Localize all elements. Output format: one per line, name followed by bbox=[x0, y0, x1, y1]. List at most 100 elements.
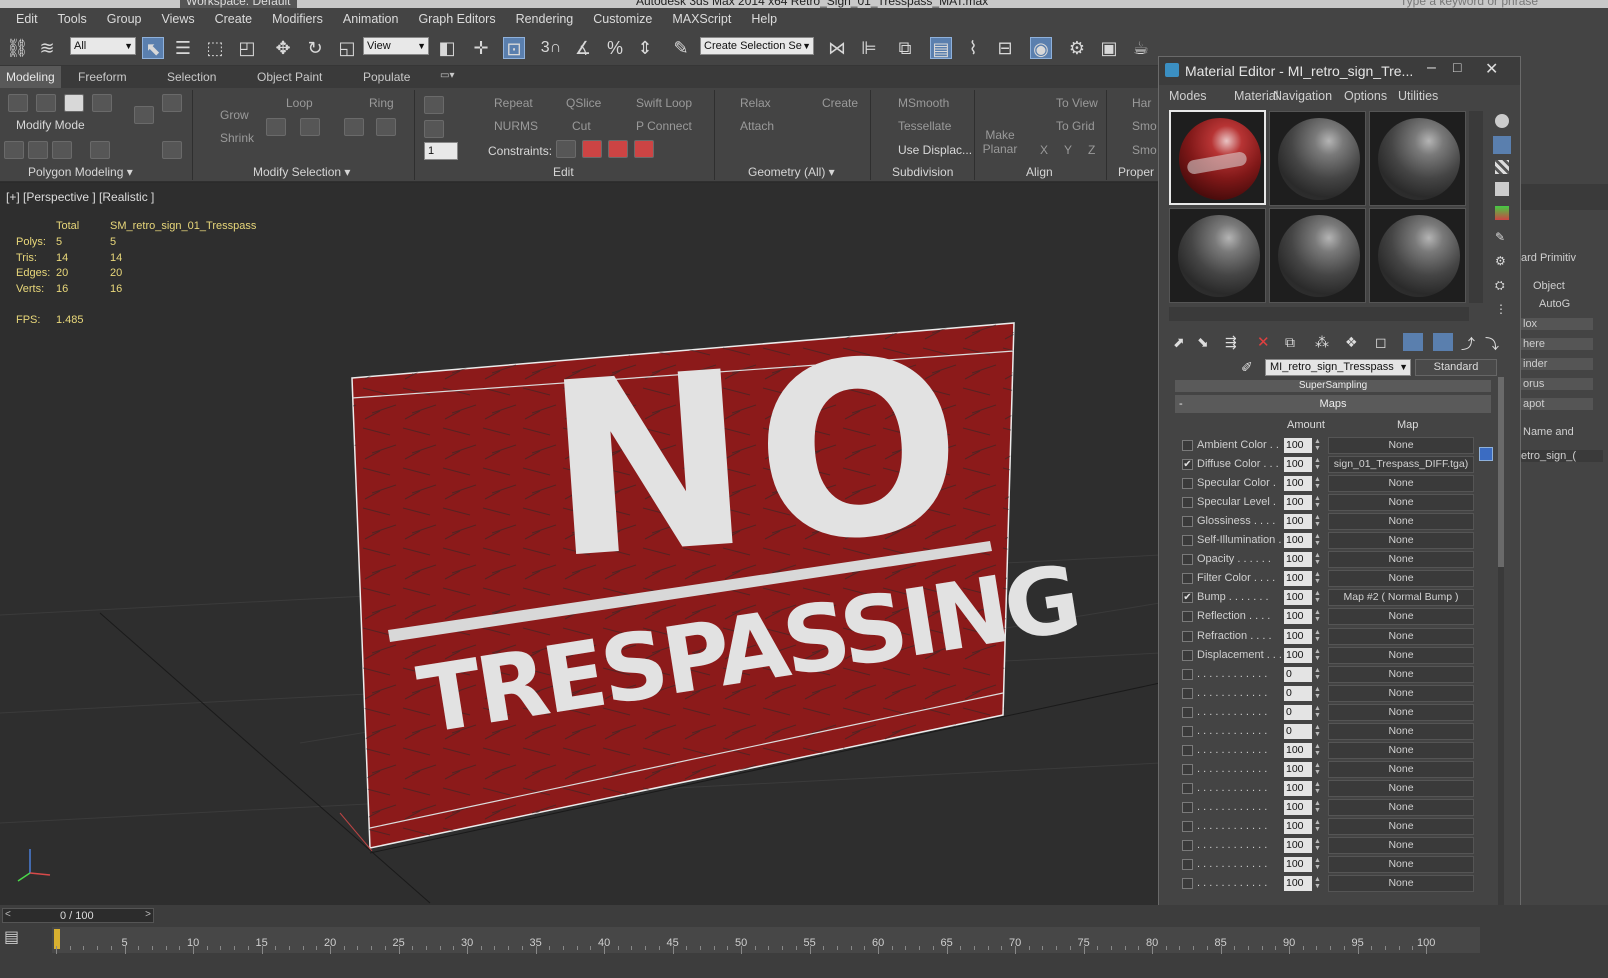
map-slot-button[interactable]: None bbox=[1328, 856, 1474, 874]
map-amount-field[interactable]: 0 bbox=[1284, 723, 1312, 739]
ring-shrink-button[interactable] bbox=[376, 118, 396, 136]
qslice-button[interactable]: QSlice bbox=[566, 96, 601, 110]
select-by-name-icon[interactable]: ☰ bbox=[172, 37, 194, 59]
poly-tool-4[interactable] bbox=[90, 141, 110, 159]
tessellate-button[interactable]: Tessellate bbox=[898, 119, 951, 133]
teapot-button[interactable]: apot bbox=[1521, 398, 1593, 410]
border-mode-button[interactable] bbox=[64, 94, 84, 112]
ring-button[interactable]: Ring bbox=[369, 96, 394, 110]
material-slot-3[interactable] bbox=[1369, 111, 1466, 206]
map-enable-checkbox[interactable] bbox=[1182, 535, 1193, 547]
to-grid-button[interactable]: To Grid bbox=[1056, 119, 1095, 133]
schematic-view-icon[interactable]: ⊟ bbox=[994, 37, 1016, 59]
go-forward-icon[interactable]: ⤵ bbox=[1485, 334, 1499, 354]
map-slot-button[interactable]: None bbox=[1328, 665, 1474, 683]
map-amount-spinner[interactable]: ▲ ▼ bbox=[1313, 705, 1322, 720]
menu-material[interactable]: Material bbox=[1234, 89, 1278, 103]
time-marker[interactable] bbox=[54, 929, 60, 949]
close-icon[interactable]: ✕ bbox=[1485, 59, 1498, 79]
edge-mode-button[interactable] bbox=[36, 94, 56, 112]
mini-curve-editor-icon[interactable]: ▤ bbox=[4, 927, 40, 949]
reference-coord-dropdown[interactable]: View ▼ bbox=[363, 37, 429, 55]
poly-tool-7[interactable] bbox=[162, 141, 182, 159]
map-slot-button[interactable]: None bbox=[1328, 798, 1474, 816]
menu-help[interactable]: Help bbox=[741, 12, 787, 26]
menu-create[interactable]: Create bbox=[205, 12, 263, 26]
pconnect-button[interactable]: P Connect bbox=[636, 119, 692, 133]
link-icon[interactable]: ⛓ bbox=[6, 37, 29, 59]
show-end-result-icon[interactable] bbox=[1433, 333, 1453, 351]
spinner-snap-icon[interactable]: ⇕ bbox=[634, 37, 656, 59]
background-icon[interactable] bbox=[1495, 160, 1509, 174]
map-amount-field[interactable]: 100 bbox=[1284, 609, 1312, 625]
unlink-icon[interactable]: ≋ bbox=[36, 37, 58, 59]
menu-group[interactable]: Group bbox=[97, 12, 152, 26]
tab-selection[interactable]: Selection bbox=[167, 70, 216, 84]
map-enable-checkbox[interactable] bbox=[1182, 878, 1193, 890]
map-enable-checkbox[interactable] bbox=[1182, 763, 1193, 775]
map-slot-button[interactable]: None bbox=[1328, 437, 1474, 454]
material-editor-icon[interactable]: ◉ bbox=[1030, 37, 1052, 59]
map-amount-spinner[interactable]: ▲ ▼ bbox=[1313, 629, 1322, 644]
menu-animation[interactable]: Animation bbox=[333, 12, 409, 26]
poly-tool-1[interactable] bbox=[4, 141, 24, 159]
menu-edit[interactable]: Edit bbox=[6, 12, 48, 26]
move-icon[interactable]: ✥ bbox=[272, 37, 294, 59]
map-amount-field[interactable]: 0 bbox=[1284, 685, 1312, 701]
msmooth-button[interactable]: MSmooth bbox=[898, 96, 949, 110]
map-amount-spinner[interactable]: ▲ ▼ bbox=[1313, 495, 1322, 510]
map-slot-button[interactable]: None bbox=[1328, 779, 1474, 797]
map-enable-checkbox[interactable] bbox=[1182, 687, 1193, 699]
map-amount-field[interactable]: 100 bbox=[1284, 857, 1312, 873]
map-amount-field[interactable]: 100 bbox=[1284, 514, 1312, 530]
map-enable-checkbox[interactable] bbox=[1182, 516, 1193, 528]
sample-type-icon[interactable] bbox=[1495, 114, 1509, 128]
ring-grow-button[interactable] bbox=[344, 118, 364, 136]
pivot-icon[interactable]: ◧ bbox=[436, 37, 458, 59]
material-name-field[interactable]: MI_retro_sign_Tresspass ▼ bbox=[1265, 359, 1411, 376]
map-slot-button[interactable]: None bbox=[1328, 722, 1474, 740]
workspace-selector[interactable]: Workspace: Default bbox=[180, 0, 297, 8]
render-setup-icon[interactable]: ⚙ bbox=[1066, 37, 1088, 59]
menu-tools[interactable]: Tools bbox=[48, 12, 97, 26]
map-enable-checkbox[interactable] bbox=[1182, 821, 1193, 832]
edit-tool-1[interactable] bbox=[424, 96, 444, 114]
map-slot-button[interactable]: None bbox=[1328, 684, 1474, 702]
map-amount-field[interactable]: 100 bbox=[1284, 495, 1312, 511]
poly-tool-2[interactable] bbox=[28, 141, 48, 159]
edit-tool-2[interactable] bbox=[424, 120, 444, 138]
map-amount-field[interactable]: 100 bbox=[1284, 457, 1312, 473]
cut-button[interactable]: Cut bbox=[572, 119, 591, 133]
pick-material-icon[interactable]: ✐ bbox=[1241, 359, 1253, 376]
viewport-label[interactable]: [+] [Perspective ] [Realistic ] bbox=[6, 190, 154, 204]
map-amount-field[interactable]: 100 bbox=[1284, 476, 1312, 492]
map-amount-spinner[interactable]: ▲ ▼ bbox=[1313, 876, 1322, 891]
map-enable-checkbox[interactable] bbox=[1182, 801, 1193, 813]
map-enable-checkbox[interactable]: ✔ bbox=[1182, 592, 1193, 604]
uv-tiling-icon[interactable] bbox=[1495, 182, 1509, 196]
make-planar-button[interactable]: Make Planar bbox=[982, 128, 1018, 156]
autogrid-checkbox[interactable]: AutoG bbox=[1539, 298, 1570, 310]
render-icon[interactable]: ☕ bbox=[1130, 37, 1152, 59]
reset-map-icon[interactable]: ✕ bbox=[1257, 333, 1270, 351]
map-enable-checkbox[interactable] bbox=[1182, 440, 1193, 451]
material-slot-6[interactable] bbox=[1369, 208, 1466, 303]
layer-manager-icon[interactable]: ⧉ bbox=[894, 37, 916, 59]
mirror-icon[interactable]: ⋈ bbox=[826, 37, 848, 59]
material-slot-1[interactable] bbox=[1169, 110, 1266, 205]
scale-icon[interactable]: ◱ bbox=[336, 37, 358, 59]
map-slot-button[interactable]: None bbox=[1328, 646, 1474, 664]
go-to-parent-icon[interactable]: ⤴ bbox=[1461, 334, 1475, 354]
map-enable-checkbox[interactable] bbox=[1182, 725, 1193, 737]
maximize-icon[interactable]: □ bbox=[1453, 59, 1461, 75]
map-enable-checkbox[interactable] bbox=[1182, 573, 1193, 585]
assign-material-icon[interactable]: ⇶ bbox=[1225, 334, 1237, 351]
get-material-icon[interactable]: ⬈ bbox=[1173, 334, 1185, 351]
map-amount-field[interactable]: 100 bbox=[1284, 742, 1312, 758]
map-enable-checkbox[interactable] bbox=[1182, 497, 1193, 509]
constraint-normal-button[interactable] bbox=[634, 140, 654, 158]
name-and-color-rollout[interactable]: Name and bbox=[1523, 426, 1574, 438]
attach-button[interactable]: Attach bbox=[740, 119, 774, 133]
slots-hscrollbar[interactable] bbox=[1169, 307, 1469, 321]
map-amount-spinner[interactable]: ▲ ▼ bbox=[1313, 800, 1322, 815]
